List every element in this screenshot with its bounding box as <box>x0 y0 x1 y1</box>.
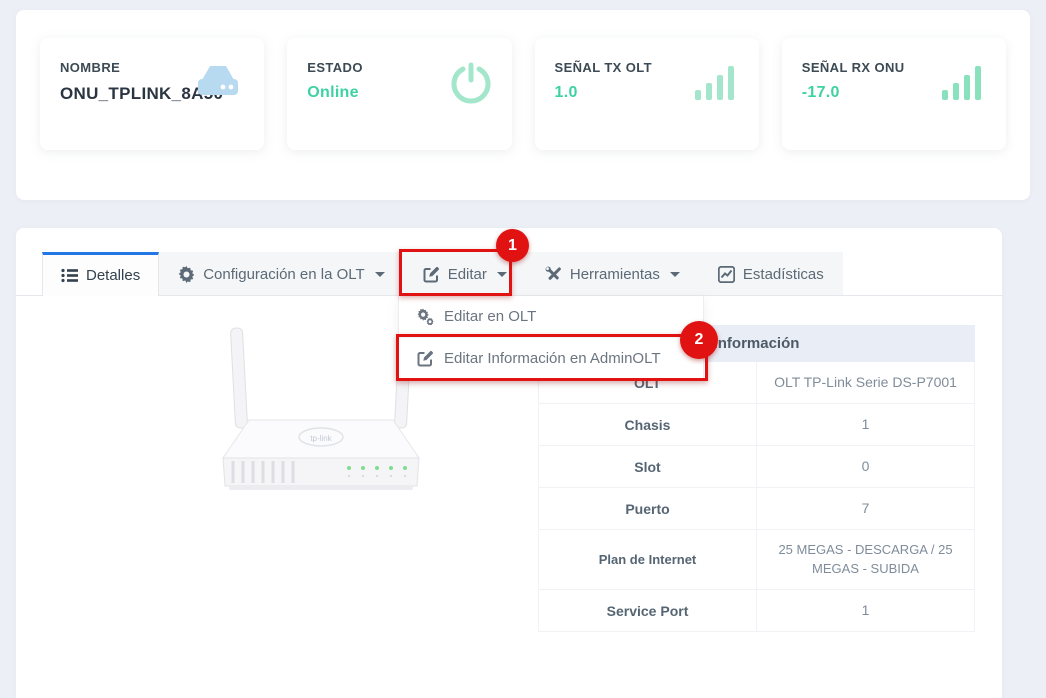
row-value: 1 <box>757 404 975 446</box>
row-label: Chasis <box>539 404 757 446</box>
row-value: OLT TP-Link Serie DS-P7001 <box>757 362 975 404</box>
card-estado: ESTADO Online <box>287 38 511 150</box>
svg-text:tp-link: tp-link <box>310 434 332 443</box>
cogs-icon <box>417 308 434 325</box>
table-row-service-port: Service Port 1 <box>539 590 975 632</box>
tab-label: Herramientas <box>570 266 660 283</box>
tab-herramientas[interactable]: Herramientas <box>526 252 699 295</box>
edit-icon <box>417 350 434 367</box>
signal-bars-icon <box>693 62 739 107</box>
table-row-chasis: Chasis 1 <box>539 404 975 446</box>
tab-label: Editar <box>448 266 487 283</box>
row-value: 25 MEGAS - DESCARGA / 25 MEGAS - SUBIDA <box>757 530 975 590</box>
annotation-step-1: 1 <box>496 229 529 262</box>
table-row-puerto: Puerto 7 <box>539 488 975 530</box>
signal-bars-icon <box>940 62 986 107</box>
chart-icon <box>718 266 735 283</box>
tab-label: Estadísticas <box>743 266 824 283</box>
row-value: 0 <box>757 446 975 488</box>
card-senal-tx-olt: SEÑAL TX OLT 1.0 <box>535 38 759 150</box>
tab-label: Configuración en la OLT <box>203 266 364 283</box>
tab-label: Detalles <box>86 267 140 284</box>
menu-item-editar-informacion-adminolt[interactable]: Editar Información en AdminOLT <box>399 337 703 378</box>
card-nombre: NOMBRE ONU_TPLINK_8A50 <box>40 38 264 150</box>
list-icon <box>61 267 78 284</box>
menu-item-label: Editar Información en AdminOLT <box>444 350 661 367</box>
chevron-down-icon <box>375 272 385 277</box>
chevron-down-icon <box>497 272 507 277</box>
editar-dropdown-menu: Editar en OLT Editar Información en Admi… <box>398 296 704 379</box>
tab-detalles[interactable]: Detalles <box>42 252 159 296</box>
chevron-down-icon <box>670 272 680 277</box>
tools-icon <box>545 266 562 283</box>
gear-icon <box>178 266 195 283</box>
tab-estadisticas[interactable]: Estadísticas <box>699 252 843 295</box>
tab-configuracion-olt[interactable]: Configuración en la OLT <box>159 252 403 295</box>
table-row-plan: Plan de Internet 25 MEGAS - DESCARGA / 2… <box>539 530 975 590</box>
table-row-slot: Slot 0 <box>539 446 975 488</box>
row-label: Plan de Internet <box>539 530 757 590</box>
row-label: Puerto <box>539 488 757 530</box>
card-senal-rx-onu: SEÑAL RX ONU -17.0 <box>782 38 1006 150</box>
device-icon <box>192 62 244 107</box>
menu-item-label: Editar en OLT <box>444 308 536 325</box>
row-label: Service Port <box>539 590 757 632</box>
summary-cards: NOMBRE ONU_TPLINK_8A50 ESTADO Online <box>40 38 1006 150</box>
power-icon <box>450 62 492 109</box>
row-value: 1 <box>757 590 975 632</box>
annotation-step-2: 2 <box>680 321 718 359</box>
row-label: Slot <box>539 446 757 488</box>
menu-item-editar-en-olt[interactable]: Editar en OLT <box>399 296 703 337</box>
row-value: 7 <box>757 488 975 530</box>
onu-details-page: { "colors": { "accent_blue": "#2277e6", … <box>0 0 1046 682</box>
summary-panel: NOMBRE ONU_TPLINK_8A50 ESTADO Online <box>16 10 1030 200</box>
edit-icon <box>423 266 440 283</box>
